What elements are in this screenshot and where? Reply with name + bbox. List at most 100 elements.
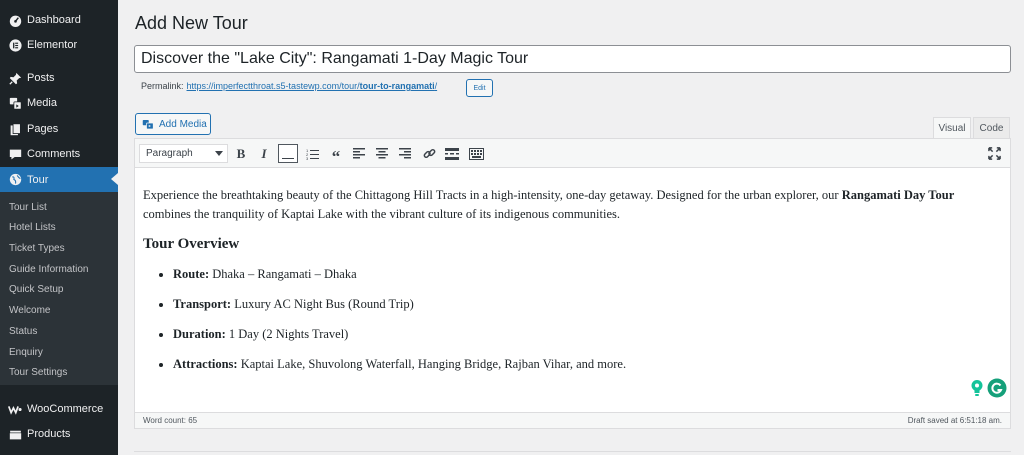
toolbar-toggle-button[interactable] [466, 144, 486, 163]
grammarly-widget[interactable] [970, 378, 1007, 398]
permalink-trail: / [434, 81, 438, 91]
divider [134, 451, 1011, 452]
editor-statusbar: Word count: 65 Draft saved at 6:51:18 am… [135, 412, 1010, 428]
dashboard-icon [7, 12, 23, 28]
permalink-row: Permalink: https://imperfectthroat.s5-ta… [141, 81, 437, 91]
list-item: Transport: Luxury AC Night Bus (Round Tr… [173, 297, 1003, 312]
list-item: Route: Dhaka – Rangamati – Dhaka [173, 267, 1003, 282]
list-item-value: Luxury AC Night Bus (Round Trip) [231, 297, 414, 311]
list-item: Duration: 1 Day (2 Nights Travel) [173, 327, 1003, 342]
fullscreen-button[interactable] [984, 144, 1004, 163]
submenu-item-enquiry[interactable]: Enquiry [9, 347, 43, 358]
sidebar-item-woocommerce[interactable]: WooCommerce [0, 397, 118, 421]
format-select-value: Paragraph [146, 148, 193, 159]
format-select[interactable]: Paragraph [139, 144, 228, 163]
submenu-item-welcome[interactable]: Welcome [9, 305, 51, 316]
products-icon [7, 426, 23, 442]
submenu-item-tour-list[interactable]: Tour List [9, 202, 47, 213]
submenu-item-ticket-types[interactable]: Ticket Types [9, 243, 65, 254]
align-center-icon [376, 148, 388, 159]
submenu-item-tour-settings[interactable]: Tour Settings [9, 367, 67, 378]
intro-paragraph: Experience the breathtaking beauty of th… [143, 186, 1003, 224]
toolbar-toggle-icon [468, 147, 484, 160]
comments-icon [7, 146, 23, 162]
elementor-icon [7, 37, 23, 53]
permalink-slug: tour-to-rangamati [359, 81, 435, 91]
content-editor: Paragraph B I 123 “ Experience the breat… [134, 138, 1011, 429]
pages-icon [7, 121, 23, 137]
blockquote-icon: “ [331, 146, 341, 166]
list-item: Attractions: Kaptai Lake, Shuvolong Wate… [173, 357, 1003, 372]
list-item-label: Transport: [173, 297, 232, 311]
add-media-button[interactable]: Add Media [135, 113, 211, 135]
read-more-button[interactable] [442, 144, 462, 163]
media-icon [7, 95, 23, 111]
sidebar-item-pages[interactable]: Pages [0, 117, 118, 141]
tab-code[interactable]: Code [973, 117, 1010, 139]
sidebar-item-dashboard[interactable]: Dashboard [0, 8, 118, 32]
submenu-item-hotel-lists[interactable]: Hotel Lists [9, 222, 56, 233]
page-title: Add New Tour [135, 13, 248, 33]
overview-list: Route: Dhaka – Rangamati – Dhaka Transpo… [143, 267, 1003, 372]
tour-submenu: Tour List Hotel Lists Ticket Types Guide… [0, 192, 118, 385]
align-right-icon [399, 148, 411, 159]
list-item-label: Route: [173, 267, 210, 281]
sidebar-item-products[interactable]: Products [0, 422, 118, 446]
editor-content[interactable]: Experience the breathtaking beauty of th… [143, 186, 1003, 387]
svg-text:3: 3 [306, 156, 309, 160]
submenu-item-status[interactable]: Status [9, 326, 37, 337]
italic-icon: I [261, 145, 267, 161]
list-item-value: Dhaka – Rangamati – Dhaka [209, 267, 357, 281]
tab-visual[interactable]: Visual [933, 117, 971, 139]
admin-sidebar: Dashboard Elementor Posts Media Pages Co… [0, 0, 118, 455]
bold-button[interactable]: B [231, 144, 251, 163]
draft-saved-status: Draft saved at 6:51:18 am. [907, 416, 1002, 425]
sidebar-item-label: Pages [27, 123, 59, 135]
section-heading: Tour Overview [143, 236, 240, 252]
sidebar-item-label: Comments [27, 148, 81, 160]
permalink-base: https://imperfectthroat.s5-tastewp.com/t… [186, 81, 360, 91]
list-item-value: Kaptai Lake, Shuvolong Waterfall, Hangin… [237, 357, 627, 371]
word-count: Word count: 65 [143, 416, 198, 425]
blockquote-button[interactable]: “ [326, 144, 346, 166]
pin-icon [7, 70, 23, 86]
list-item-label: Duration: [173, 327, 226, 341]
align-left-icon [353, 148, 365, 159]
permalink-link[interactable]: https://imperfectthroat.s5-tastewp.com/t… [187, 81, 438, 91]
submenu-item-quick-setup[interactable]: Quick Setup [9, 284, 63, 295]
sidebar-item-label: Media [27, 97, 57, 109]
link-button[interactable] [419, 144, 439, 163]
add-media-icon [142, 119, 154, 130]
globe-icon [7, 172, 23, 188]
sidebar-item-posts[interactable]: Posts [0, 66, 118, 90]
lightbulb-icon [971, 380, 983, 396]
align-center-button[interactable] [372, 144, 392, 163]
italic-button[interactable]: I [254, 144, 274, 163]
horizontal-line-icon [282, 157, 294, 159]
edit-permalink-button[interactable]: Edit [466, 79, 493, 97]
read-more-icon [445, 147, 459, 160]
horizontal-line-button[interactable] [278, 144, 298, 163]
align-left-button[interactable] [349, 144, 369, 163]
sidebar-item-label: WooCommerce [27, 403, 104, 415]
post-title-input[interactable] [134, 45, 1011, 73]
sidebar-item-comments[interactable]: Comments [0, 142, 118, 166]
sidebar-item-elementor[interactable]: Elementor [0, 33, 118, 57]
ordered-list-button[interactable]: 123 [302, 144, 322, 163]
ordered-list-icon: 123 [306, 148, 319, 160]
grammarly-icon [987, 378, 1007, 398]
list-item-label: Attractions: [173, 357, 238, 371]
intro-text: Experience the breathtaking beauty of th… [143, 188, 842, 202]
sidebar-item-label: Products [27, 428, 71, 440]
sidebar-item-media[interactable]: Media [0, 91, 118, 115]
sidebar-item-tour[interactable]: Tour [0, 167, 118, 192]
sidebar-item-label: Tour [27, 173, 49, 186]
submenu-item-guide-information[interactable]: Guide Information [9, 264, 89, 275]
intro-bold-text: Rangamati Day Tour [841, 188, 955, 202]
bold-icon: B [236, 145, 246, 161]
sidebar-item-label: Dashboard [27, 14, 81, 26]
woocommerce-icon [7, 401, 23, 417]
align-right-button[interactable] [395, 144, 415, 163]
sidebar-item-label: Posts [27, 72, 55, 84]
list-item-value: 1 Day (2 Nights Travel) [225, 327, 349, 341]
